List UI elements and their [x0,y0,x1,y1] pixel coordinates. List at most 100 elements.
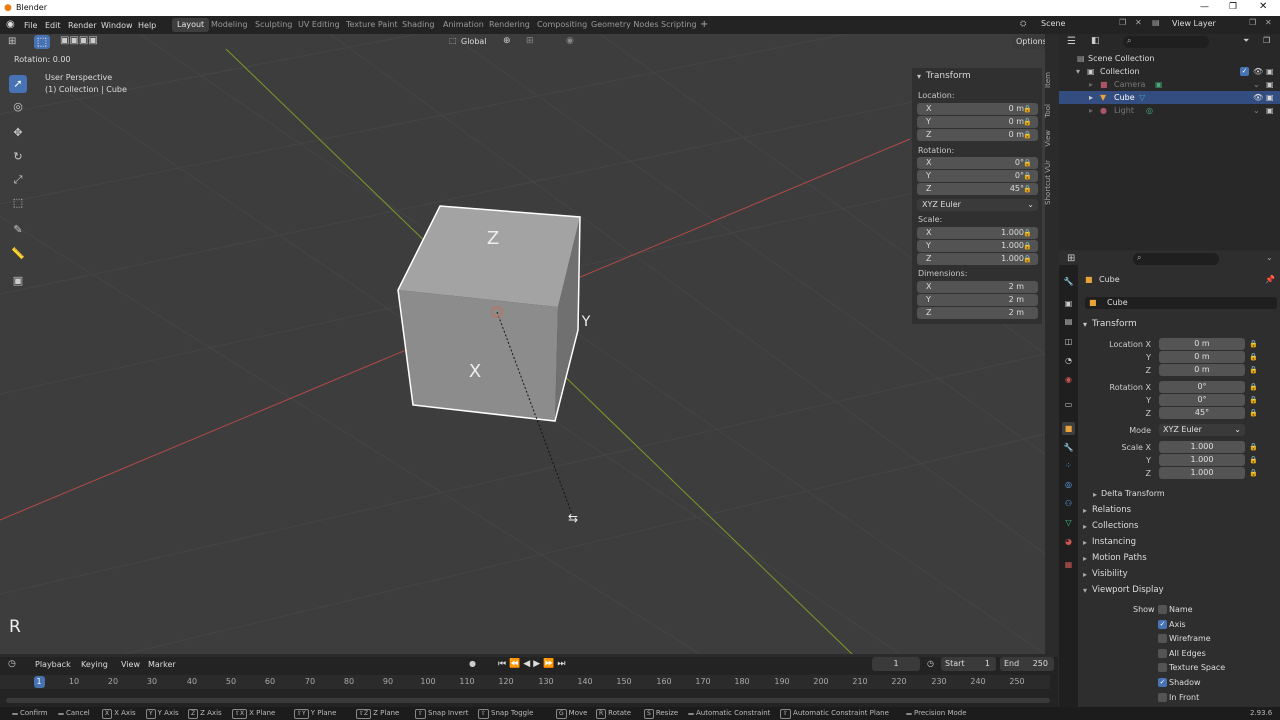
keying-menu[interactable]: Keying [81,660,108,669]
rotation-y-field[interactable]: Y 0° [917,170,1038,182]
lock-icon[interactable]: 🔒 [1023,185,1032,193]
new-scene-icon[interactable]: ❐ [1119,18,1126,27]
show-all-edges-checkbox[interactable] [1158,649,1167,658]
tab-rendering[interactable]: Rendering [484,18,535,32]
editor-type-icon[interactable]: ⊞ [8,36,16,47]
output-tab-icon[interactable]: ▤ [1062,315,1075,328]
prop-location-y-field[interactable]: 0 m [1159,351,1245,363]
visibility-eye-icon[interactable]: ⌄ [1253,104,1260,117]
new-view-layer-icon[interactable]: ❐ [1249,18,1256,27]
scale-tool-icon[interactable]: ⤢ [9,171,27,189]
scene-icon[interactable]: ⛭ [1020,19,1026,29]
tab-uv-editing[interactable]: UV Editing [293,18,345,32]
scale-z-field[interactable]: Z 1.000 [917,253,1038,265]
object-name-field[interactable]: ■ Cube [1085,297,1277,309]
minimize-icon[interactable]: — [1200,2,1209,12]
show-axis-checkbox[interactable]: ✓ [1158,620,1167,629]
lock-icon[interactable]: 🔒 [1249,469,1258,477]
menu-edit[interactable]: Edit [45,19,61,32]
location-y-field[interactable]: Y0 m [917,116,1038,128]
expand-icon[interactable]: ▸ [1089,104,1093,117]
show-texture-space-checkbox[interactable] [1158,663,1167,672]
orientation-icon[interactable]: ⬚ [449,36,457,45]
outliner-row-collection[interactable]: ▾ ▣ Collection ✓ 👁 ▣ [1059,65,1280,78]
prop-scale-y-field[interactable]: 1.000 [1159,454,1245,466]
rotation-z-field[interactable]: Z 45° [917,183,1038,195]
instancing-expand-icon[interactable]: ▸ [1083,538,1087,547]
annotate-tool-icon[interactable]: ✎ [9,221,27,239]
npanel-tab-shortcut-vur[interactable]: Shortcut VUr [1044,160,1052,205]
show-name-checkbox[interactable] [1158,605,1167,614]
end-frame-field[interactable]: End 250 [1000,657,1054,671]
maximize-icon[interactable]: ❐ [1229,2,1237,12]
menu-render[interactable]: Render [68,19,96,32]
show-shadow-checkbox[interactable]: ✓ [1158,678,1167,687]
current-frame-field[interactable]: 1 [872,657,920,671]
proportional-edit-icon[interactable]: ◉ [566,36,574,46]
transform-collapse-icon[interactable]: ▾ [917,72,921,81]
lock-icon[interactable]: 🔒 [1023,105,1032,113]
outliner-row-cube[interactable]: ▸ ▼ Cube ▽ 👁 ▣ [1059,91,1280,104]
lock-icon[interactable]: 🔒 [1249,366,1258,374]
npanel-tab-tool[interactable]: Tool [1044,104,1052,118]
tab-animation[interactable]: Animation [438,18,489,32]
properties-search-input[interactable] [1133,253,1219,265]
tab-layout[interactable]: Layout [172,18,210,32]
show-wireframe-checkbox[interactable] [1158,634,1167,643]
prop-rotation-z-field[interactable]: 45° [1159,407,1245,419]
lock-icon[interactable]: 🔒 [1249,456,1258,464]
tool-tab-icon[interactable]: 🔧 [1062,275,1075,288]
npanel-transform-header[interactable]: Transform [926,71,971,81]
render-tab-icon[interactable]: ▣ [1062,297,1075,310]
lock-icon[interactable]: 🔒 [1023,172,1032,180]
dimensions-z-field[interactable]: Z2 m [917,307,1038,319]
new-collection-icon[interactable]: ❐ [1263,36,1270,45]
lock-icon[interactable]: 🔒 [1023,255,1032,263]
relations-expand-icon[interactable]: ▸ [1083,506,1087,515]
view-layer-name[interactable]: View Layer [1172,19,1216,28]
material-tab-icon[interactable]: ◕ [1062,535,1075,548]
timeline-scrollbar[interactable] [6,698,1050,703]
prop-location-z-field[interactable]: 0 m [1159,364,1245,376]
rotate-tool-icon[interactable]: ↻ [9,148,27,166]
rotation-mode-dropdown[interactable]: XYZ Euler ⌄ [917,199,1038,211]
snap-icon[interactable]: ⊞ [526,36,534,46]
tab-sculpting[interactable]: Sculpting [250,18,297,32]
measure-tool-icon[interactable]: 📏 [9,245,27,263]
lock-icon[interactable]: 🔒 [1249,396,1258,404]
tab-modeling[interactable]: Modeling [206,18,252,32]
record-icon[interactable]: ● [469,659,476,668]
pin-icon[interactable]: 📌 [1265,275,1275,284]
outliner-editor-icon[interactable]: ☰ [1067,36,1076,47]
prop-rotation-x-field[interactable]: 0° [1159,381,1245,393]
delete-view-layer-icon[interactable]: ✕ [1265,18,1272,27]
delta-transform-header[interactable]: Delta Transform [1101,489,1165,498]
constraints-tab-icon[interactable]: ⚇ [1062,497,1075,510]
motion-paths-expand-icon[interactable]: ▸ [1083,554,1087,563]
lock-icon[interactable]: 🔒 [1249,353,1258,361]
lock-icon[interactable]: 🔒 [1249,443,1258,451]
outliner-search-input[interactable] [1123,36,1209,48]
transform-collapse-icon[interactable]: ▾ [1083,320,1087,329]
tab-scripting[interactable]: Scripting [656,18,702,32]
select-mode-icon[interactable]: ⬚ [34,35,50,49]
texture-tab-icon[interactable]: ▦ [1062,558,1075,571]
visibility-eye-icon[interactable]: ⌄ [1253,78,1260,91]
collections-expand-icon[interactable]: ▸ [1083,522,1087,531]
location-z-field[interactable]: Z0 m [917,129,1038,141]
delta-transform-expand-icon[interactable]: ▸ [1093,490,1097,499]
playback-menu[interactable]: Playback [35,660,71,669]
transform-tool-icon[interactable]: ⬚ [9,194,27,212]
render-camera-icon[interactable]: ▣ [1266,91,1274,104]
lock-icon[interactable]: 🔒 [1023,118,1032,126]
options-button[interactable]: Options [1012,35,1045,49]
tab-compositing[interactable]: Compositing [532,18,592,32]
view-layer-icon[interactable]: ▤ [1152,18,1160,27]
visibility-eye-icon[interactable]: 👁 [1253,65,1263,78]
viewport-display-collapse-icon[interactable]: ▾ [1083,586,1087,595]
lock-icon[interactable]: 🔒 [1249,409,1258,417]
collections-header[interactable]: Collections [1092,521,1138,531]
dimensions-x-field[interactable]: X2 m [917,281,1038,293]
visibility-eye-icon[interactable]: 👁 [1253,91,1263,104]
cursor-tool-icon[interactable]: ◎ [9,98,27,116]
